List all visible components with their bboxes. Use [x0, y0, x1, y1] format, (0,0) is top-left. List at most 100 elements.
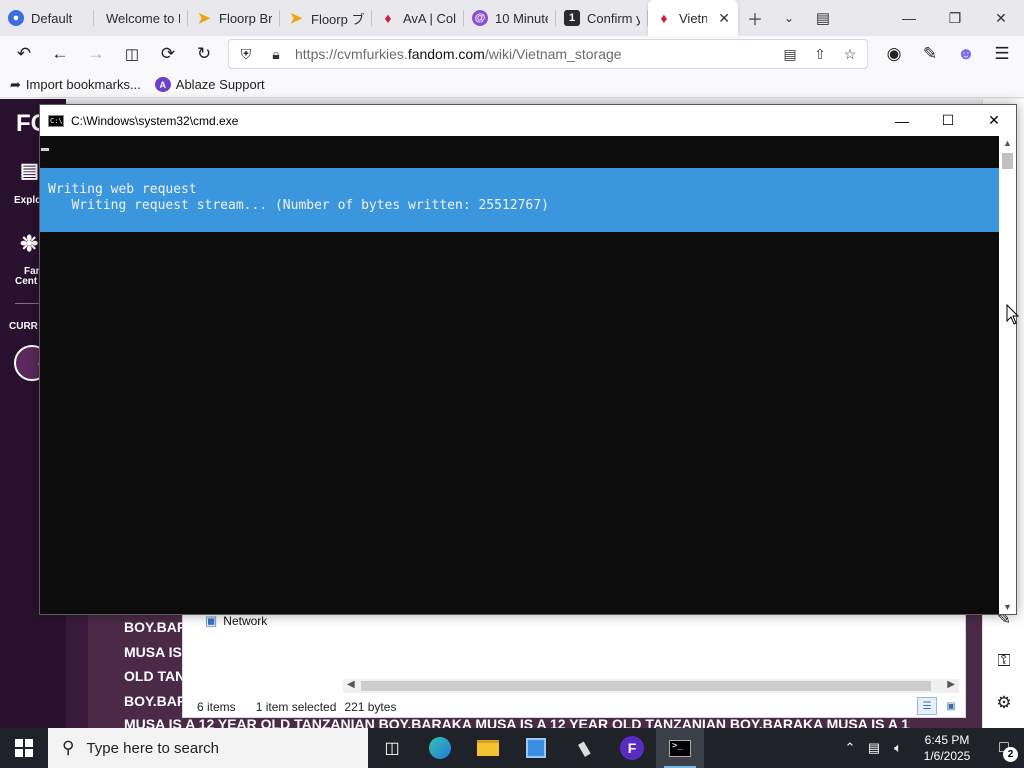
- system-tray: ⌃ ▤ 🔈︎ 6:45 PM 1/6/2025 □ 2: [838, 728, 1024, 768]
- tab-title: Floorp ブ: [311, 11, 364, 27]
- workspaces-icon[interactable]: ▤: [806, 0, 840, 36]
- minimize-button[interactable]: —: [886, 0, 932, 36]
- profile-avatar-icon[interactable]: ☻: [948, 38, 984, 70]
- cmd-maximize-button[interactable]: ☐: [925, 105, 971, 136]
- action-center-button[interactable]: □ 2: [984, 728, 1024, 768]
- extensions-icon[interactable]: ✎: [912, 38, 948, 70]
- cmd-close-button[interactable]: ✕: [971, 105, 1017, 136]
- start-button[interactable]: [0, 728, 48, 768]
- tab-title: Floorp Bro: [219, 10, 272, 26]
- tab-floorp-browser[interactable]: ➤ Floorp Bro: [188, 0, 280, 36]
- scroll-up-icon[interactable]: ▲: [999, 138, 1016, 148]
- cmd-title-bar[interactable]: C:\ C:\Windows\system32\cmd.exe — ☐ ✕: [40, 105, 1016, 136]
- tab-confirm[interactable]: 1 Confirm y: [556, 0, 648, 36]
- clock[interactable]: 6:45 PM 1/6/2025: [910, 732, 984, 764]
- tab-ava[interactable]: ♦ AvA | Coll: [372, 0, 464, 36]
- network-icon: ▣: [205, 613, 218, 628]
- cmd-minimize-button[interactable]: —: [879, 105, 925, 136]
- sidebar-toggle-icon[interactable]: ◫: [114, 38, 150, 70]
- floorp-browser-icon: F: [620, 736, 644, 760]
- article-text-line: BOY.BAR: [124, 619, 188, 635]
- bookmark-ablaze-support[interactable]: A Ablaze Support: [154, 77, 265, 92]
- browser-toolbar: ↶ ← → ◫ ⟳ ↻ ⛨ 🔒︎ https://cvmfurkies.fand…: [0, 36, 1024, 72]
- network-status-icon[interactable]: ▤: [862, 740, 886, 756]
- reader-view-icon[interactable]: ▤: [779, 43, 801, 65]
- tab-10-minute[interactable]: @ 10 Minute: [464, 0, 556, 36]
- taskbar-file-explorer[interactable]: [464, 728, 512, 768]
- scroll-left-icon[interactable]: ◀: [347, 679, 355, 690]
- network-label: Network: [223, 614, 268, 628]
- gear-icon[interactable]: ⚙: [983, 693, 1024, 713]
- details-view-icon[interactable]: ☰: [917, 697, 937, 715]
- notification-count: 2: [1003, 747, 1018, 762]
- tab-title: Confirm y: [587, 10, 640, 26]
- one-icon: 1: [564, 10, 580, 26]
- reload-button[interactable]: ↻: [186, 38, 222, 70]
- selection-count: 1 item selected: [255, 700, 337, 714]
- nav-item-network[interactable]: ▣ Network: [205, 613, 267, 629]
- taskbar-network-app[interactable]: [512, 728, 560, 768]
- cmd-vertical-scrollbar[interactable]: ▲ ▼: [999, 136, 1016, 614]
- key-icon[interactable]: ⚿: [983, 651, 1024, 671]
- scroll-down-icon[interactable]: ▼: [999, 602, 1016, 612]
- task-view-icon: ◫: [384, 740, 400, 757]
- cmd-window: C:\ C:\Windows\system32\cmd.exe — ☐ ✕ Wr…: [39, 104, 1017, 615]
- bookmark-star-icon[interactable]: ☆: [839, 43, 861, 65]
- share-icon[interactable]: ⇧: [809, 43, 831, 65]
- edge-icon: [429, 737, 451, 759]
- cmd-app-icon: C:\: [48, 114, 64, 127]
- bookmark-label: Ablaze Support: [175, 77, 265, 92]
- tab-title: Vietnar: [679, 10, 708, 26]
- url-path: /wiki/Vietnam_storage: [484, 46, 622, 62]
- fandom-flame-icon: ♦: [660, 10, 668, 26]
- scrollbar-thumb[interactable]: [361, 681, 931, 691]
- file-explorer-window: ▣ Network ◀ ▶ 6 items 1 item selected 22…: [182, 612, 966, 718]
- bookmark-import[interactable]: ➦ Import bookmarks...: [10, 77, 141, 93]
- floorp-icon: ➤: [197, 10, 211, 27]
- url-host: fandom.com: [407, 46, 485, 62]
- url-text[interactable]: https://cvmfurkies.fandom.com/wiki/Vietn…: [295, 46, 771, 62]
- article-text-line: OLD TAN: [124, 668, 186, 684]
- large-icons-view-icon[interactable]: ▣: [941, 697, 961, 715]
- sync-icon[interactable]: ⟳: [150, 38, 186, 70]
- back-button[interactable]: ←: [42, 38, 78, 70]
- scrollbar-thumb[interactable]: [1002, 153, 1013, 169]
- ablaze-icon: A: [154, 77, 171, 92]
- floorp-icon: ➤: [289, 10, 303, 27]
- list-tabs-chevron-icon[interactable]: ⌄: [772, 0, 806, 36]
- tab-welcome[interactable]: Welcome to F: [94, 0, 188, 36]
- forward-button[interactable]: →: [78, 38, 114, 70]
- taskbar-usb-app[interactable]: ▮: [560, 728, 608, 768]
- taskbar-cmd[interactable]: >_: [656, 728, 704, 768]
- chevron-up-icon[interactable]: ⌃: [838, 740, 862, 756]
- task-view-button[interactable]: ◫: [368, 728, 416, 768]
- scroll-right-icon[interactable]: ▶: [947, 679, 955, 690]
- tab-floorp-jp[interactable]: ➤ Floorp ブ: [280, 0, 372, 36]
- lock-icon[interactable]: 🔒︎: [265, 43, 287, 65]
- tab-title: Welcome to F: [106, 10, 180, 26]
- undo-close-tab-icon[interactable]: ↶: [6, 38, 42, 70]
- close-tab-icon[interactable]: ✕: [718, 10, 730, 27]
- new-tab-button[interactable]: ＋: [738, 0, 772, 36]
- tab-default[interactable]: ● Default: [0, 0, 94, 36]
- folder-icon: [477, 740, 499, 756]
- cmd-console[interactable]: Writing web request Writing request stre…: [40, 136, 1000, 614]
- restore-button[interactable]: ❐: [932, 0, 978, 36]
- close-window-button[interactable]: ✕: [978, 0, 1024, 36]
- progress-status: Writing request stream... (Number of byt…: [48, 198, 549, 213]
- clock-time: 6:45 PM: [924, 733, 970, 747]
- article-text-line: MUSA IS: [124, 644, 182, 660]
- taskbar-search-box[interactable]: ⚲ Type here to search: [48, 728, 368, 768]
- taskbar-edge[interactable]: [416, 728, 464, 768]
- mouse-cursor-icon: [1006, 304, 1020, 325]
- account-icon[interactable]: ◉: [876, 38, 912, 70]
- menu-hamburger-icon[interactable]: ☰: [984, 38, 1020, 70]
- volume-muted-icon[interactable]: 🔈︎: [886, 740, 910, 756]
- tab-vietnam-storage[interactable]: ♦ Vietnar ✕: [648, 0, 738, 36]
- view-switcher: ☰ ▣: [917, 697, 961, 715]
- shield-icon[interactable]: ⛨: [235, 43, 257, 65]
- address-bar[interactable]: ⛨ 🔒︎ https://cvmfurkies.fandom.com/wiki/…: [228, 39, 868, 69]
- horizontal-scrollbar[interactable]: ◀ ▶: [343, 679, 959, 693]
- search-placeholder: Type here to search: [86, 739, 220, 757]
- taskbar-floorp[interactable]: F: [608, 728, 656, 768]
